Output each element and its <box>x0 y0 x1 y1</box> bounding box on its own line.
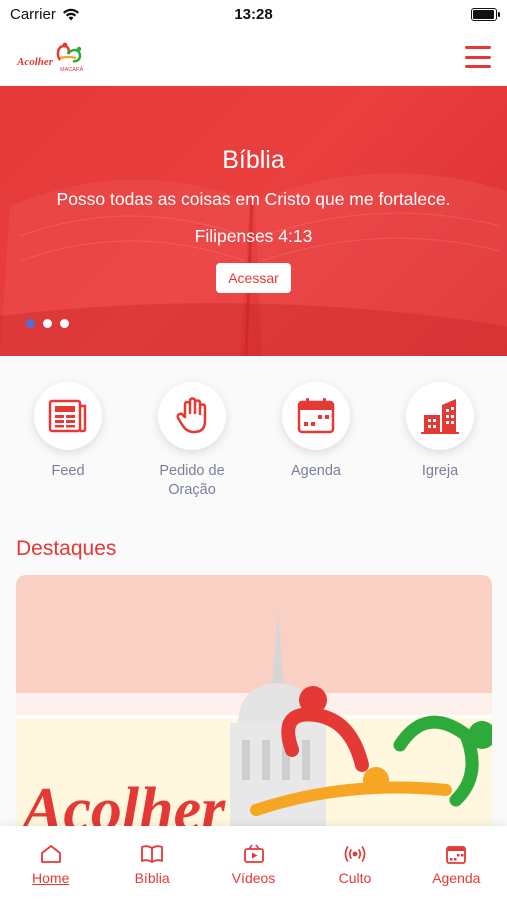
hero-reference: Filipenses 4:13 <box>194 226 313 246</box>
nav-home[interactable]: Home <box>0 826 101 900</box>
acolher-banner-image: Acolher <box>16 575 492 835</box>
home-icon <box>40 845 61 863</box>
shortcut-feed-label: Feed <box>51 463 85 479</box>
carousel-dot[interactable] <box>60 319 69 328</box>
video-icon <box>243 844 264 863</box>
shortcut-row: Feed Pedido de Oração Agenda Igreja <box>0 382 507 502</box>
book-icon <box>141 845 164 863</box>
status-bar: Carrier 13:28 <box>0 0 507 28</box>
carrier-group: Carrier <box>10 6 80 23</box>
shortcut-prayer-request[interactable]: Pedido de Oração <box>142 382 242 500</box>
calendar-icon <box>446 846 467 864</box>
nav-culto[interactable]: Culto <box>304 826 405 900</box>
bottom-navigation: Home Bíblia Vídeos Culto Agenda <box>0 826 507 900</box>
svg-text:MACAPÁ: MACAPÁ <box>60 66 84 73</box>
app-logo[interactable]: Acolher MACAPÁ <box>16 40 86 74</box>
highlights-title: Destaques <box>16 537 117 560</box>
wifi-icon <box>62 8 79 20</box>
calendar-icon <box>297 398 335 434</box>
shortcut-feed-circle <box>34 382 102 450</box>
building-icon <box>421 399 459 434</box>
menu-bar <box>465 55 491 59</box>
hero-content: Bíblia Posso todas as coisas em Cristo q… <box>0 146 507 293</box>
shortcut-prayer-label: Pedido de Oração <box>159 463 225 498</box>
app-screen: Carrier 13:28 Acolher MACAPÁ Bíblia Poss… <box>0 0 507 900</box>
hamburger-menu-button[interactable] <box>465 46 491 68</box>
nav-home-label: Home <box>32 870 70 886</box>
hand-icon <box>176 397 207 434</box>
nav-bible[interactable]: Bíblia <box>101 826 202 900</box>
broadcast-icon <box>344 846 366 862</box>
battery-icon <box>471 7 500 21</box>
carousel-dot-active[interactable] <box>26 319 35 328</box>
shortcut-church[interactable]: Igreja <box>390 382 490 481</box>
shortcut-church-label: Igreja <box>421 463 459 479</box>
shortcut-prayer-circle <box>158 382 226 450</box>
shortcut-church-circle <box>406 382 474 450</box>
shortcut-agenda-label: Agenda <box>291 463 341 479</box>
nav-videos-label: Vídeos <box>231 870 276 886</box>
newspaper-icon <box>48 399 87 433</box>
battery-level <box>473 9 494 19</box>
nav-bible-label: Bíblia <box>134 870 170 886</box>
carrier-label: Carrier <box>10 5 56 23</box>
carousel-dots <box>26 319 69 328</box>
carousel-dot[interactable] <box>43 319 52 328</box>
hero-verse: Posso todas as coisas em Cristo que me f… <box>56 189 451 209</box>
shortcut-agenda-circle <box>282 382 350 450</box>
shortcut-agenda[interactable]: Agenda <box>266 382 366 481</box>
nav-videos[interactable]: Vídeos <box>203 826 304 900</box>
menu-bar <box>465 65 491 68</box>
shortcut-feed[interactable]: Feed <box>18 382 118 481</box>
nav-agenda[interactable]: Agenda <box>406 826 507 900</box>
acolher-logo-icon: Acolher MACAPÁ <box>16 42 84 73</box>
nav-agenda-label: Agenda <box>432 870 481 886</box>
nav-culto-label: Culto <box>338 870 372 886</box>
svg-text:Acolher: Acolher <box>16 56 54 68</box>
menu-bar <box>465 46 491 49</box>
hero-carousel[interactable]: Bíblia Posso todas as coisas em Cristo q… <box>0 86 507 356</box>
app-header: Acolher MACAPÁ <box>0 28 507 86</box>
highlight-banner-card[interactable]: Acolher <box>16 575 492 835</box>
hero-title: Bíblia <box>222 146 285 174</box>
access-button[interactable]: Acessar <box>216 263 291 293</box>
